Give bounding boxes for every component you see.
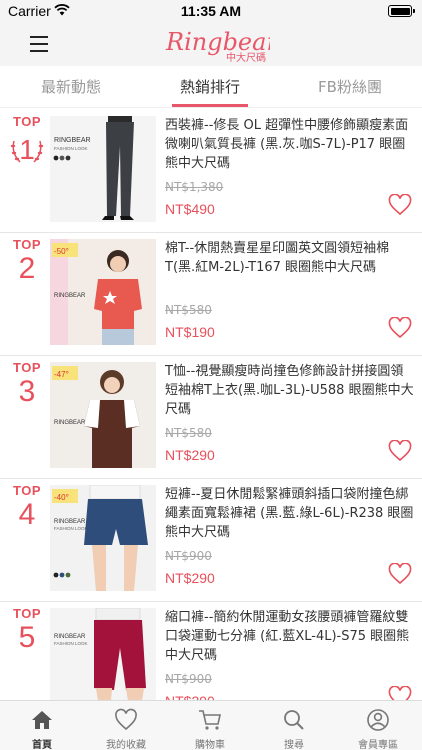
original-price: NT$900: [165, 549, 212, 563]
favorite-heart-icon[interactable]: [388, 440, 412, 462]
logo-subtext: 中大尺碼: [226, 51, 266, 64]
tab-fb-fanpage[interactable]: FB粉絲團: [300, 76, 400, 97]
favorite-heart-icon[interactable]: [388, 317, 412, 339]
menu-icon-line: [30, 50, 48, 52]
thumb-brand: RINGBEAR: [54, 420, 86, 426]
tab-latest[interactable]: 最新動態: [21, 76, 121, 97]
sale-price: NT$190: [165, 324, 215, 340]
logo-wordmark: Ringbear: [165, 28, 270, 56]
sale-price: NT$490: [165, 201, 215, 217]
tabbar-label: 會員專區: [358, 740, 398, 750]
thumb-tagline: FASHION LOOK: [54, 146, 88, 151]
rank-label: TOP: [13, 114, 41, 129]
product-title[interactable]: T恤--視覺顯瘦時尚撞色修飾設計拼接圓領短袖棉T上衣(黑.咖L-3L)-U588…: [165, 362, 415, 419]
product-image[interactable]: -40° RINGBEAR FASHION LOOK: [50, 485, 156, 591]
discount-badge: -50°: [54, 247, 69, 256]
rank-number: 4: [18, 498, 36, 531]
thumb-brand: RINGBEAR: [54, 634, 86, 640]
tabbar-label: 購物車: [195, 740, 225, 750]
rank-label: TOP: [13, 360, 41, 375]
thumb-tagline: FASHION LOOK: [54, 641, 88, 646]
menu-icon-line: [30, 36, 48, 38]
thumb-brand: RINGBEAR: [54, 137, 91, 144]
cart-icon: [199, 710, 221, 730]
home-icon: [32, 711, 52, 729]
product-image[interactable]: -47° RINGBEAR: [50, 362, 156, 468]
tab-best-sellers[interactable]: 熱銷排行: [160, 76, 260, 97]
product-image[interactable]: RINGBEAR FASHION LOOK: [50, 608, 156, 714]
rank-label: TOP: [13, 606, 41, 621]
nav-bar: Ringbear 中大尺碼: [0, 22, 422, 66]
original-price: NT$900: [165, 672, 212, 686]
brand-logo: Ringbear 中大尺碼: [165, 28, 270, 64]
rank-label: TOP: [13, 237, 41, 252]
tabbar-label: 我的收藏: [106, 740, 146, 750]
rank-number: 3: [18, 375, 36, 408]
thumb-brand: RINGBEAR: [54, 293, 86, 299]
battery-icon: [388, 5, 415, 17]
product-title[interactable]: 短褲--夏日休閒鬆緊褲頭斜插口袋附撞色綁繩素面寬鬆褲裙 (黑.藍.綠L-6L)-…: [165, 485, 415, 542]
tabbar-cart[interactable]: 購物車: [168, 701, 252, 750]
laurel-rank-icon: 1: [10, 134, 44, 165]
rank-badge: TOP 4: [8, 483, 46, 532]
heart-icon: [115, 708, 137, 731]
original-price: NT$580: [165, 426, 212, 440]
rank-number: 5: [18, 621, 36, 654]
tabbar-favorites[interactable]: 我的收藏: [84, 701, 168, 750]
user-icon: [367, 709, 389, 731]
tabbar-home[interactable]: 首頁: [0, 701, 84, 750]
product-item[interactable]: TOP 2 -50° RINGBEAR 棉T--休閒熱賣星星印圖英文圓領短袖棉T…: [0, 233, 422, 356]
tabbar-member[interactable]: 會員專區: [336, 701, 420, 750]
menu-button[interactable]: [30, 36, 48, 52]
active-tab-indicator: [172, 104, 248, 107]
rank-badge: TOP 2: [8, 237, 46, 286]
thumb-tagline: FASHION LOOK: [54, 526, 88, 531]
rank-label: TOP: [13, 483, 41, 498]
product-item[interactable]: TOP 3 -47° RINGBEAR T恤--視覺顯瘦時尚撞色修飾設計拼接圓領…: [0, 356, 422, 479]
rank-badge: TOP 5: [8, 606, 46, 655]
original-price: NT$1,380: [165, 180, 224, 194]
favorite-heart-icon[interactable]: [388, 563, 412, 585]
product-title[interactable]: 西裝褲--修長 OL 超彈性中腰修飾顯瘦素面微喇叭氣質長褲 (黑.灰.咖S-7L…: [165, 116, 415, 173]
rank-number: 2: [18, 252, 36, 285]
tabbar-label: 搜尋: [284, 740, 304, 750]
discount-badge: -40°: [54, 493, 69, 502]
bottom-tab-bar: 首頁 我的收藏 購物車 搜尋 會員專區: [0, 700, 422, 750]
product-item[interactable]: TOP 1 RINGBEAR FASHION LOOK 西裝褲--修長 OL 超…: [0, 110, 422, 233]
menu-icon-line: [30, 43, 48, 45]
product-image[interactable]: RINGBEAR FASHION LOOK: [50, 116, 156, 222]
favorite-heart-icon[interactable]: [388, 194, 412, 216]
category-tabs: 最新動態 熱銷排行 FB粉絲團: [0, 66, 422, 108]
sale-price: NT$290: [165, 570, 215, 586]
product-title[interactable]: 棉T--休閒熱賣星星印圖英文圓領短袖棉T(黑.紅M-2L)-T167 眼圈熊中大…: [165, 239, 415, 277]
thumb-brand: RINGBEAR: [54, 519, 86, 525]
tabbar-search[interactable]: 搜尋: [252, 701, 336, 750]
search-icon: [284, 710, 304, 730]
status-bar: Carrier 11:35 AM: [0, 0, 422, 22]
product-title[interactable]: 縮口褲--簡約休閒運動女孩腰頭褲管羅紋雙口袋運動七分褲 (紅.藍XL-4L)-S…: [165, 608, 415, 665]
rank-badge: TOP 1: [8, 114, 46, 173]
sale-price: NT$290: [165, 447, 215, 463]
product-image[interactable]: -50° RINGBEAR: [50, 239, 156, 345]
rank-number: 1: [19, 134, 35, 165]
discount-badge: -47°: [54, 370, 69, 379]
rank-badge: TOP 3: [8, 360, 46, 409]
tabbar-label: 首頁: [32, 740, 52, 750]
product-item[interactable]: TOP 4 -40° RINGBEAR FASHION LOOK 短褲--夏日休…: [0, 479, 422, 602]
original-price: NT$580: [165, 303, 212, 317]
clock: 11:35 AM: [180, 3, 242, 19]
